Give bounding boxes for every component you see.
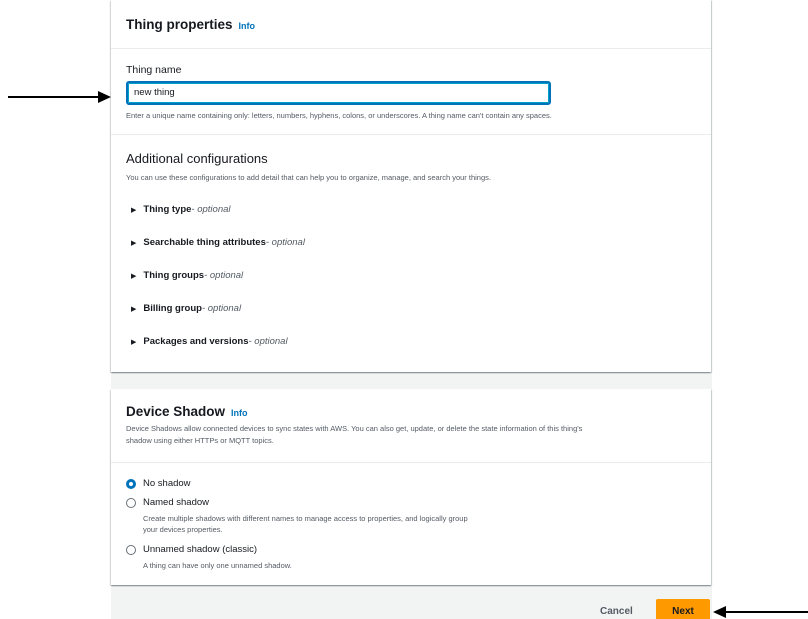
named-shadow-description-line1: Create multiple shadows with different n… xyxy=(143,514,468,523)
divider xyxy=(111,134,711,135)
additional-configurations-title: Additional configurations xyxy=(126,151,268,166)
divider xyxy=(111,462,711,463)
expander-thing-type[interactable]: ▶ Thing type - optional xyxy=(131,204,231,215)
cancel-button[interactable]: Cancel xyxy=(600,606,633,617)
expander-searchable-thing-attributes[interactable]: ▶ Searchable thing attributes - optional xyxy=(131,237,305,248)
radio-no-shadow[interactable]: No shadow xyxy=(126,478,191,489)
expander-optional: - optional xyxy=(191,204,231,215)
annotation-arrow-line xyxy=(8,96,100,98)
radio-named-shadow[interactable]: Named shadow xyxy=(126,497,209,508)
thing-properties-panel: Thing properties Info Thing name new thin… xyxy=(111,0,711,372)
thing-properties-title: Thing properties xyxy=(126,17,233,32)
named-shadow-description: Create multiple shadows with different n… xyxy=(143,513,583,535)
device-shadow-info-link[interactable]: Info xyxy=(231,408,248,418)
named-shadow-description-line2: your devices properties. xyxy=(143,525,223,534)
radio-unnamed-shadow[interactable]: Unnamed shadow (classic) xyxy=(126,544,257,555)
divider xyxy=(111,48,711,49)
caret-right-icon: ▶ xyxy=(131,338,137,346)
annotation-arrow-right-icon xyxy=(98,91,111,103)
expander-thing-groups[interactable]: ▶ Thing groups - optional xyxy=(131,270,243,281)
radio-label: Unnamed shadow (classic) xyxy=(143,544,258,555)
caret-right-icon: ▶ xyxy=(131,305,137,313)
expander-label: Thing groups xyxy=(143,270,205,281)
unnamed-shadow-description: A thing can have only one unnamed shadow… xyxy=(143,561,292,570)
radio-unselected-icon[interactable] xyxy=(126,497,136,508)
next-button[interactable]: Next xyxy=(656,599,710,619)
thing-name-input[interactable]: new thing xyxy=(126,81,551,105)
thing-properties-header: Thing properties Info xyxy=(126,17,255,32)
expander-packages-and-versions[interactable]: ▶ Packages and versions - optional xyxy=(131,336,288,347)
caret-right-icon: ▶ xyxy=(131,239,137,247)
expander-optional: - optional xyxy=(201,303,242,314)
device-shadow-description-line2: shadow using either HTTPs or MQTT topics… xyxy=(126,436,274,445)
expander-billing-group[interactable]: ▶ Billing group - optional xyxy=(131,303,241,314)
expander-optional: - optional xyxy=(265,237,305,248)
thing-name-label: Thing name xyxy=(126,64,182,76)
device-shadow-title: Device Shadow xyxy=(126,404,226,419)
thing-properties-info-link[interactable]: Info xyxy=(239,21,256,31)
expander-label: Searchable thing attributes xyxy=(143,237,266,248)
expander-label: Billing group xyxy=(143,303,202,314)
device-shadow-panel: Device Shadow Info Device Shadows allow c… xyxy=(111,389,711,585)
radio-label: Named shadow xyxy=(143,497,210,508)
caret-right-icon: ▶ xyxy=(131,206,137,214)
radio-selected-icon[interactable] xyxy=(126,478,136,489)
thing-name-hint: Enter a unique name containing only: let… xyxy=(126,111,552,120)
annotation-arrow-left-icon xyxy=(713,606,726,618)
expander-optional: - optional xyxy=(204,270,244,281)
radio-label: No shadow xyxy=(143,478,191,489)
device-shadow-description-line1: Device Shadows allow connected devices t… xyxy=(126,424,583,433)
expander-label: Packages and versions xyxy=(143,336,249,347)
radio-unselected-icon[interactable] xyxy=(126,544,136,555)
expander-label: Thing type xyxy=(143,204,192,215)
caret-right-icon: ▶ xyxy=(131,272,137,280)
annotation-arrow-line xyxy=(725,611,808,613)
expander-optional: - optional xyxy=(248,336,288,347)
device-shadow-header: Device Shadow Info xyxy=(126,404,248,419)
additional-configurations-description: You can use these configurations to add … xyxy=(126,173,491,182)
